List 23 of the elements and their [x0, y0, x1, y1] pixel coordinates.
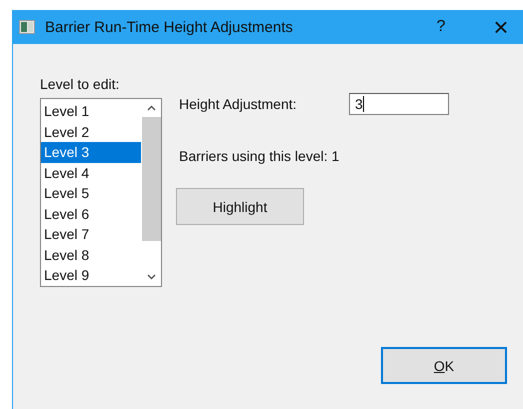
window-title: Barrier Run-Time Height Adjustments	[45, 18, 294, 36]
height-adjustment-label: Height Adjustment:	[179, 96, 298, 112]
list-item[interactable]: Level 7	[41, 224, 141, 244]
list-item[interactable]: Level 2	[41, 122, 141, 142]
list-label: Level to edit:	[40, 76, 120, 92]
scrollbar-thumb[interactable]	[142, 117, 161, 241]
list-item[interactable]: Level 8	[41, 244, 141, 265]
help-button[interactable]: ?	[421, 18, 461, 36]
level-listbox[interactable]: Level 1 Level 2 Level 3 Level 4 Level 5 Level 6 Level 7 Level 8 Level 9	[40, 98, 162, 287]
scroll-up-icon[interactable]	[147, 105, 156, 111]
list-item[interactable]: Level 5	[41, 183, 141, 204]
highlight-button[interactable]: Highlight	[176, 188, 304, 225]
close-button[interactable]: ×	[479, 14, 523, 40]
height-adjustment-field[interactable]: 3	[349, 93, 449, 115]
list-item[interactable]: Level 3	[41, 142, 141, 162]
scroll-down-icon[interactable]	[147, 274, 156, 280]
list-item[interactable]: Level 1	[41, 101, 141, 122]
ok-button[interactable]: OK	[381, 347, 507, 384]
list-item[interactable]: Level 6	[41, 204, 141, 224]
list-item[interactable]: Level 9	[41, 265, 141, 286]
app-icon	[19, 20, 35, 34]
barriers-count-text: Barriers using this level: 1	[179, 148, 340, 164]
list-item[interactable]: Level 4	[41, 162, 141, 183]
